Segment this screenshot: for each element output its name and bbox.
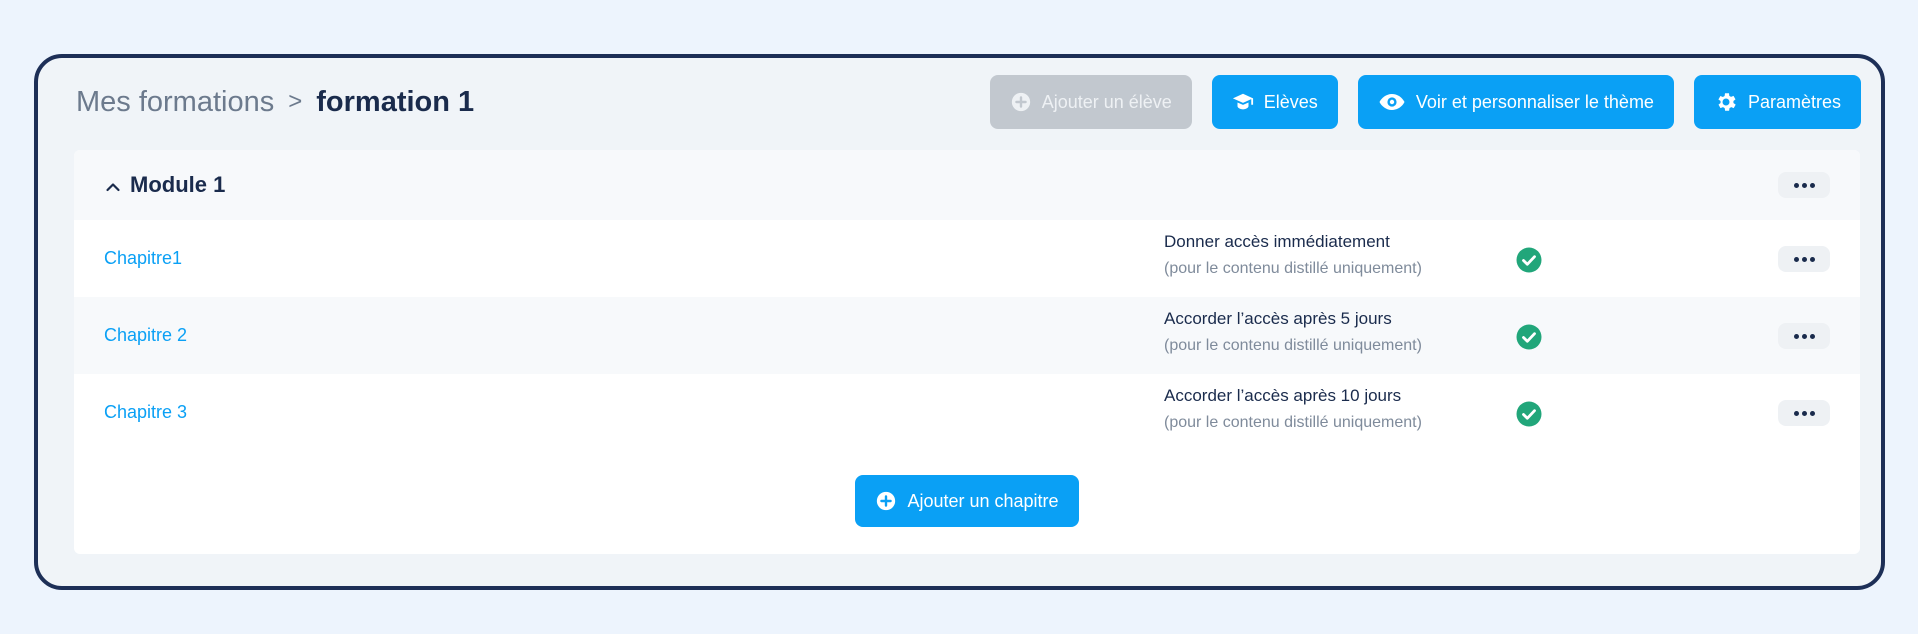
plus-circle-icon	[1010, 91, 1032, 113]
chapter-access: Accorder l’accès après 10 jours (pour le…	[1164, 386, 1422, 432]
chapter-link[interactable]: Chapitre 3	[104, 402, 187, 423]
access-note: (pour le contenu distillé uniquement)	[1164, 260, 1422, 277]
graduation-cap-icon	[1232, 91, 1254, 113]
chapter-link[interactable]: Chapitre1	[104, 248, 182, 269]
module-title-text: Module 1	[130, 172, 226, 197]
check-circle-icon	[1516, 401, 1542, 427]
more-horizontal-icon	[1793, 182, 1815, 188]
students-label: Elèves	[1263, 91, 1318, 112]
add-student-button[interactable]: Ajouter un élève	[989, 75, 1192, 129]
check-circle-icon	[1516, 247, 1542, 273]
breadcrumb-separator: >	[288, 88, 303, 115]
more-horizontal-icon	[1793, 256, 1815, 262]
chapter-more-button[interactable]	[1778, 246, 1830, 272]
chevron-up-icon[interactable]	[104, 176, 122, 194]
module-header[interactable]: Module 1	[74, 150, 1860, 220]
course-panel: Mes formations > formation 1 Ajouter un …	[34, 54, 1885, 590]
access-rule: Donner accès immédiatement	[1164, 232, 1390, 251]
access-rule: Accorder l’accès après 5 jours	[1164, 309, 1392, 328]
module-card: Module 1 Chapitre1 Donner accès immédiat…	[74, 150, 1860, 554]
page-title: formation 1	[316, 85, 475, 118]
chapter-more-button[interactable]	[1778, 400, 1830, 426]
add-chapter-button[interactable]: Ajouter un chapitre	[855, 475, 1079, 527]
chapter-row: Chapitre1 Donner accès immédiatement (po…	[74, 220, 1860, 297]
check-circle-icon	[1516, 324, 1542, 350]
access-note: (pour le contenu distillé uniquement)	[1164, 337, 1422, 354]
plus-circle-icon	[875, 490, 897, 512]
more-horizontal-icon	[1793, 410, 1815, 416]
settings-button[interactable]: Paramètres	[1693, 75, 1861, 129]
chapter-row: Chapitre 3 Accorder l’accès après 10 jou…	[74, 374, 1860, 451]
theme-button[interactable]: Voir et personnaliser le thème	[1357, 75, 1674, 129]
more-horizontal-icon	[1793, 333, 1815, 339]
chapter-row: Chapitre 2 Accorder l’accès après 5 jour…	[74, 297, 1860, 374]
chapter-access: Donner accès immédiatement (pour le cont…	[1164, 232, 1422, 278]
chapter-more-button[interactable]	[1778, 323, 1830, 349]
add-chapter-label: Ajouter un chapitre	[907, 490, 1059, 511]
settings-label: Paramètres	[1747, 91, 1841, 112]
add-student-label: Ajouter un élève	[1041, 91, 1172, 112]
breadcrumb: Mes formations > formation 1	[76, 86, 474, 119]
theme-label: Voir et personnaliser le thème	[1415, 91, 1654, 112]
page-header: Mes formations > formation 1 Ajouter un …	[76, 75, 1861, 129]
chapter-access: Accorder l’accès après 5 jours (pour le …	[1164, 309, 1422, 355]
gear-icon	[1714, 90, 1738, 114]
access-rule: Accorder l’accès après 10 jours	[1164, 386, 1402, 405]
module-title[interactable]: Module 1	[104, 172, 225, 198]
toolbar: Ajouter un élève Elèves Voir et personna…	[989, 75, 1861, 129]
eye-icon	[1378, 91, 1406, 113]
access-note: (pour le contenu distillé uniquement)	[1164, 414, 1422, 431]
chapter-link[interactable]: Chapitre 2	[104, 325, 187, 346]
module-more-button[interactable]	[1778, 172, 1830, 198]
students-button[interactable]: Elèves	[1211, 75, 1338, 129]
breadcrumb-parent-link[interactable]: Mes formations	[76, 86, 274, 119]
add-chapter-container: Ajouter un chapitre	[74, 475, 1860, 527]
